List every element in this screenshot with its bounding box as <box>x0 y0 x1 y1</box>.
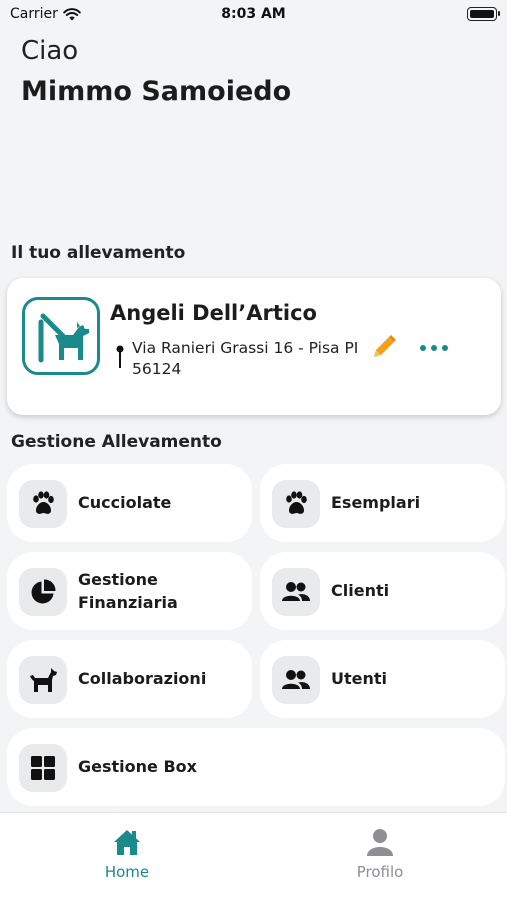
greeting: Ciao <box>21 36 79 66</box>
breeding-address: Via Ranieri Grassi 16 - Pisa PI 56124 <box>132 339 359 378</box>
tile-utenti[interactable]: Utenti <box>260 640 505 718</box>
management-section-title: Gestione Allevamento <box>11 432 222 452</box>
tile-esemplari[interactable]: Esemplari <box>260 464 505 542</box>
tile-label: Gestione Box <box>78 757 197 776</box>
tile-label: Cucciolate <box>78 493 172 512</box>
home-icon <box>114 830 140 855</box>
tile-label: Collaborazioni <box>78 669 207 688</box>
paw-icon <box>272 480 320 528</box>
battery-icon <box>467 7 500 21</box>
breeding-logo <box>22 297 100 375</box>
tile-label: Esemplari <box>331 493 421 512</box>
breeding-section-title: Il tuo allevamento <box>11 243 186 263</box>
tab-profilo[interactable]: Profilo <box>320 827 440 881</box>
status-bar: Carrier 8:03 AM <box>0 0 507 28</box>
dog-leash-icon <box>38 313 89 363</box>
pie-chart-icon <box>19 568 67 616</box>
tile-clienti[interactable]: Clienti <box>260 552 505 630</box>
more-options-icon[interactable] <box>420 338 448 358</box>
tile-gestione-box[interactable]: Gestione Box <box>7 728 505 806</box>
pencil-icon[interactable] <box>369 334 397 362</box>
user-name: Mimmo Samoiedo <box>21 76 292 107</box>
tab-label: Home <box>104 863 150 881</box>
breeding-card[interactable]: Angeli Dell’Artico Via Ranieri Grassi 16… <box>7 278 501 415</box>
person-icon <box>367 829 393 856</box>
tab-home[interactable]: Home <box>67 827 187 881</box>
tile-collaborazioni[interactable]: Collaborazioni <box>7 640 252 718</box>
tile-label: Gestione Finanziaria <box>78 570 178 612</box>
location-pin-icon <box>116 345 124 368</box>
tile-cucciolate[interactable]: Cucciolate <box>7 464 252 542</box>
tab-bar: Home Profilo <box>0 812 507 900</box>
grid-icon <box>19 744 67 792</box>
tile-gestione-finanziaria[interactable]: Gestione Finanziaria <box>7 552 252 630</box>
tile-label: Clienti <box>331 581 390 600</box>
breeding-name: Angeli Dell’Artico <box>110 301 317 325</box>
people-icon <box>272 656 320 704</box>
people-icon <box>272 568 320 616</box>
status-time: 8:03 AM <box>221 6 286 22</box>
tile-label: Utenti <box>331 669 388 688</box>
dog-icon <box>19 656 67 704</box>
paw-icon <box>19 480 67 528</box>
tab-label: Profilo <box>356 863 404 881</box>
